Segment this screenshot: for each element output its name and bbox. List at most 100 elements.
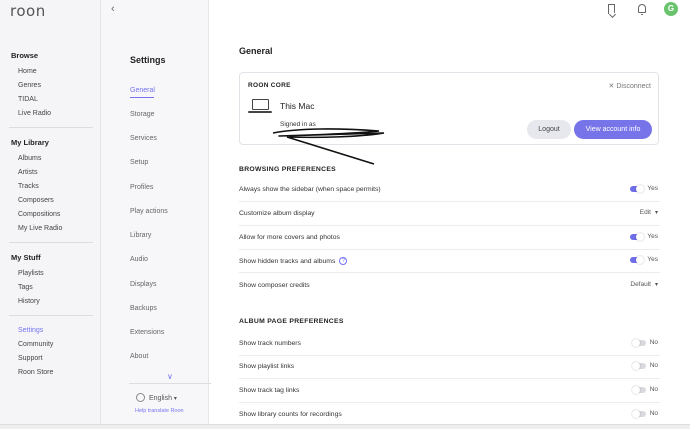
edit-dropdown[interactable]: Edit ▾ (640, 209, 658, 216)
caret-down-icon: ▾ (654, 282, 658, 288)
setting-row: Show track numbers No (239, 333, 660, 356)
toggle-value: No (649, 362, 658, 369)
setting-row: Always show the sidebar (when space perm… (239, 179, 660, 202)
browsing-preferences-heading: BROWSING PREFERENCES (239, 166, 337, 173)
nav-item-home[interactable]: Home (18, 68, 37, 75)
language-selector[interactable]: English ▾ (136, 393, 177, 402)
settings-item-services[interactable]: Services (130, 135, 157, 142)
setting-row: Customize album display Edit ▾ (239, 203, 660, 226)
dropdown-value: Edit (639, 209, 651, 216)
nav-item-settings[interactable]: Settings (18, 327, 43, 334)
settings-item-displays[interactable]: Displays (130, 281, 156, 288)
back-arrow-icon[interactable]: ‹ (111, 3, 115, 15)
settings-item-profiles[interactable]: Profiles (130, 184, 153, 191)
nav-item-artists[interactable]: Artists (18, 169, 37, 176)
settings-item-storage[interactable]: Storage (130, 111, 155, 118)
nav-item-genres[interactable]: Genres (18, 82, 41, 89)
nav-divider (9, 242, 93, 243)
setting-toggle[interactable]: Yes (630, 232, 658, 241)
bell-icon[interactable] (638, 4, 646, 15)
nav-item-history[interactable]: History (18, 298, 40, 305)
setting-row: Show playlist links No (239, 356, 660, 379)
settings-item-play-actions[interactable]: Play actions (130, 208, 168, 215)
browse-heading: Browse (11, 51, 39, 60)
toggle-value: Yes (647, 256, 658, 263)
disconnect-button[interactable]: ✕ Disconnect (609, 82, 651, 90)
nav-item-my-live-radio[interactable]: My Live Radio (18, 225, 62, 232)
disconnect-label: Disconnect (616, 83, 651, 90)
setting-label: Show playlist links (239, 363, 295, 370)
chevron-down-icon[interactable]: ∨ (167, 372, 173, 381)
nav-item-community[interactable]: Community (18, 341, 53, 348)
bookmark-icon[interactable] (608, 4, 615, 14)
toggle-switch[interactable] (631, 385, 646, 394)
signed-in-text: Signed in as (280, 121, 316, 128)
view-account-button[interactable]: View account info (574, 120, 652, 139)
roon-logo: roon (10, 2, 46, 20)
toggle-switch[interactable] (631, 338, 646, 347)
setting-label-text: Show hidden tracks and albums (239, 257, 336, 265)
setting-label: Show track tag links (239, 387, 300, 394)
settings-item-extensions[interactable]: Extensions (130, 329, 164, 336)
nav-item-albums[interactable]: Albums (18, 155, 41, 162)
toggle-value: Yes (647, 233, 658, 240)
settings-title: Settings (130, 55, 166, 65)
laptop-icon (248, 99, 272, 113)
nav-divider (9, 315, 93, 316)
library-heading: My Library (11, 138, 49, 147)
page-title: General (239, 46, 273, 56)
avatar[interactable]: G (664, 2, 678, 16)
setting-toggle[interactable]: No (631, 385, 658, 394)
nav-item-tidal[interactable]: TIDAL (18, 96, 38, 103)
nav-item-tags[interactable]: Tags (18, 284, 33, 291)
help-icon[interactable]: ? (339, 257, 348, 265)
caret-down-icon: ▾ (173, 396, 177, 402)
setting-label: Always show the sidebar (when space perm… (239, 186, 381, 193)
divider (129, 383, 211, 384)
sidebar: roon Browse Home Genres TIDAL Live Radio… (0, 0, 101, 429)
setting-toggle[interactable]: No (631, 409, 658, 418)
toggle-value: Yes (647, 185, 658, 192)
settings-item-backups[interactable]: Backups (130, 305, 157, 312)
settings-item-general[interactable]: General (130, 87, 155, 98)
setting-toggle[interactable]: No (631, 361, 658, 370)
setting-toggle[interactable]: Yes (630, 184, 658, 193)
caret-down-icon: ▾ (654, 210, 658, 216)
nav-item-tracks[interactable]: Tracks (18, 183, 39, 190)
roon-core-card: ROON CORE ✕ Disconnect This Mac Signed i… (239, 72, 659, 145)
nav-item-composers[interactable]: Composers (18, 197, 54, 204)
toggle-switch[interactable] (630, 184, 645, 193)
settings-menu: Settings General Storage Services Setup … (101, 0, 211, 429)
nav-item-roon-store[interactable]: Roon Store (18, 369, 53, 376)
composer-credits-dropdown[interactable]: Default ▾ (630, 281, 658, 288)
settings-item-library[interactable]: Library (130, 232, 151, 239)
nav-item-compositions[interactable]: Compositions (18, 211, 60, 218)
setting-row: Show composer credits Default ▾ (239, 275, 660, 298)
help-translate-link[interactable]: Help translate Roon (135, 408, 184, 414)
settings-item-audio[interactable]: Audio (130, 256, 148, 263)
nav-item-live-radio[interactable]: Live Radio (18, 110, 51, 117)
toggle-switch[interactable] (630, 255, 645, 264)
close-icon: ✕ (608, 83, 615, 90)
my-stuff-heading: My Stuff (11, 253, 41, 262)
nav-divider (9, 127, 93, 128)
language-value: English (149, 395, 172, 402)
toggle-switch[interactable] (630, 232, 645, 241)
core-name: This Mac (280, 101, 315, 111)
nav-item-support[interactable]: Support (18, 355, 43, 362)
album-page-preferences-heading: ALBUM PAGE PREFERENCES (239, 318, 344, 325)
toggle-value: No (649, 410, 658, 417)
settings-item-about[interactable]: About (130, 353, 148, 360)
setting-label: Show hidden tracks and albums? (239, 257, 348, 265)
nav-item-playlists[interactable]: Playlists (18, 270, 44, 277)
dropdown-value: Default (630, 281, 651, 288)
setting-toggle[interactable]: No (631, 338, 658, 347)
setting-toggle[interactable]: Yes (630, 255, 658, 264)
setting-label: Show library counts for recordings (239, 411, 342, 418)
toggle-switch[interactable] (631, 409, 646, 418)
settings-item-setup[interactable]: Setup (130, 159, 148, 166)
logout-button[interactable]: Logout (527, 120, 571, 139)
setting-row: Show hidden tracks and albums? Yes (239, 250, 660, 273)
toggle-switch[interactable] (631, 361, 646, 370)
globe-icon (136, 393, 145, 402)
